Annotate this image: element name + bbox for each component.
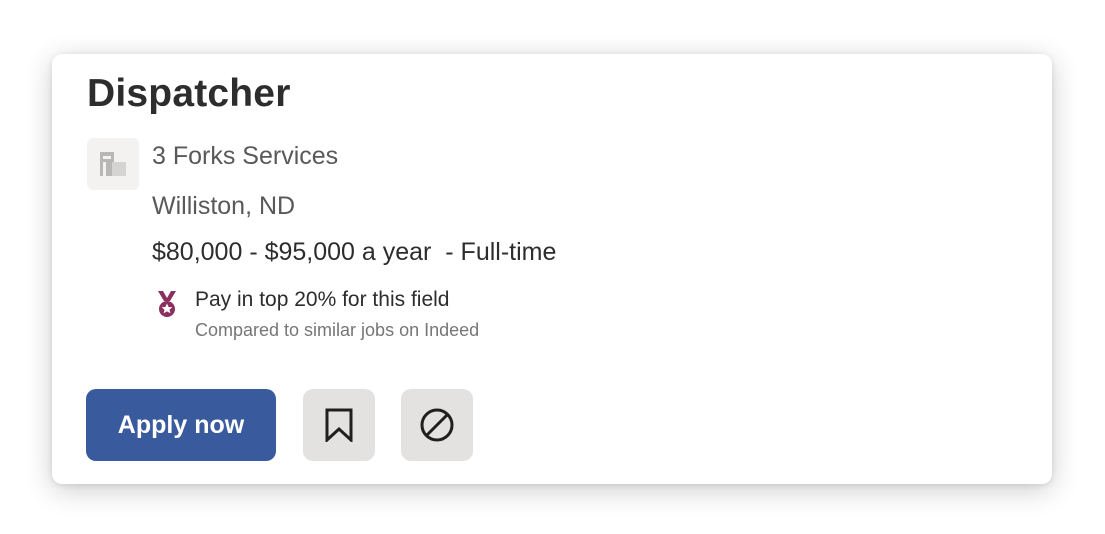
pay-badge-subtitle: Compared to similar jobs on Indeed [195, 320, 480, 340]
job-card: Dispatcher 3 Forks Services Williston, N… [52, 54, 1052, 484]
salary-and-type: $80,000 - $95,000 a year - Full-time [152, 238, 557, 266]
job-location: Williston, ND [152, 192, 296, 220]
job-title: Dispatcher [87, 72, 291, 115]
apply-now-button[interactable]: Apply now [86, 389, 276, 461]
block-icon [420, 408, 454, 442]
bookmark-icon [325, 408, 353, 442]
building-icon [100, 152, 126, 176]
medal-icon [158, 291, 176, 317]
company-name: 3 Forks Services [152, 142, 339, 170]
company-logo [87, 138, 139, 190]
not-interested-button[interactable] [401, 389, 473, 461]
save-job-button[interactable] [303, 389, 375, 461]
pay-badge-title: Pay in top 20% for this field [195, 288, 450, 311]
